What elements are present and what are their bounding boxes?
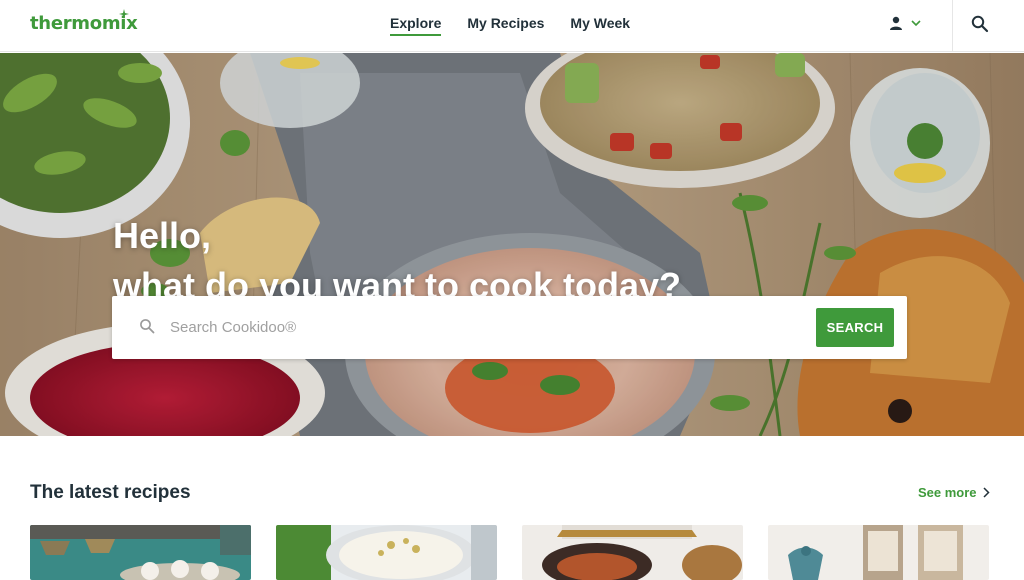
main-nav: Explore My Recipes My Week	[390, 15, 630, 36]
chevron-right-icon	[983, 487, 990, 498]
recipe-card[interactable]	[522, 525, 743, 580]
nav-my-recipes[interactable]: My Recipes	[467, 15, 544, 36]
search-input[interactable]	[170, 312, 790, 342]
recipe-card[interactable]	[276, 525, 497, 580]
copper-pot-photo	[522, 525, 743, 580]
top-bar: thermomix Explore My Recipes My Week	[0, 0, 1024, 52]
hero-banner: Hello, what do you want to cook today?	[0, 53, 1024, 436]
header-divider	[952, 0, 953, 52]
search-button[interactable]: SEARCH	[816, 308, 894, 347]
search-field-icon	[140, 319, 155, 334]
see-more-label: See more	[918, 485, 977, 500]
recipe-card[interactable]	[768, 525, 989, 580]
user-icon	[890, 16, 902, 30]
search-icon[interactable]	[970, 14, 990, 34]
nav-explore[interactable]: Explore	[390, 15, 442, 36]
dessert-cups-photo	[30, 525, 251, 580]
lanterns-photo	[768, 525, 989, 580]
hero-greeting: Hello,	[113, 215, 212, 256]
user-menu-button[interactable]	[889, 13, 931, 33]
chevron-down-icon	[911, 19, 921, 26]
rice-dish-photo	[276, 525, 497, 580]
see-more-link[interactable]: See more	[918, 485, 990, 500]
latest-recipes-heading: The latest recipes	[30, 482, 191, 503]
recipe-card[interactable]	[30, 525, 251, 580]
nav-my-week[interactable]: My Week	[570, 15, 630, 36]
logo-star-icon	[119, 9, 129, 19]
